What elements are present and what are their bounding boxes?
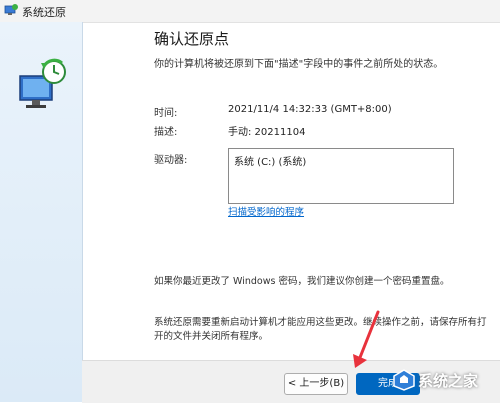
time-label: 时间: xyxy=(154,108,178,119)
system-restore-icon xyxy=(4,4,18,15)
description-label: 描述: xyxy=(154,127,178,138)
red-arrow-annotation-icon xyxy=(353,310,380,368)
title-bar: 系统还原 xyxy=(0,0,500,23)
watermark: 系统之家 xyxy=(392,358,500,402)
system-restore-illustration-icon xyxy=(19,58,66,108)
page-title: 确认还原点 xyxy=(154,30,230,48)
sidebar-panel xyxy=(0,22,83,402)
list-item[interactable]: 系统 (C:) (系统) xyxy=(234,153,306,168)
watermark-logo-icon xyxy=(393,369,415,391)
scan-affected-programs-link[interactable]: 扫描受影响的程序 xyxy=(228,204,304,218)
description-value: 手动: 20211104 xyxy=(228,127,306,138)
watermark-text: 系统之家 xyxy=(418,372,479,390)
window-title: 系统还原 xyxy=(22,6,66,19)
drives-label: 驱动器: xyxy=(154,155,188,166)
page-description: 你的计算机将被还原到下面"描述"字段中的事件之前所处的状态。 xyxy=(154,59,444,70)
time-value: 2021/11/4 14:32:33 (GMT+8:00) xyxy=(228,104,392,115)
drives-list[interactable]: 系统 (C:) (系统) xyxy=(228,148,454,204)
password-note: 如果你最近更改了 Windows 密码，我们建议你创建一个密码重置盘。 xyxy=(154,276,450,287)
main-content: 确认还原点 你的计算机将被还原到下面"描述"字段中的事件之前所处的状态。 时间:… xyxy=(82,22,500,402)
restart-note: 系统还原需要重新启动计算机才能应用这些更改。继续操作之前，请保存所有打开的文件并… xyxy=(154,317,487,342)
back-button[interactable]: < 上一步(B) xyxy=(284,373,348,395)
